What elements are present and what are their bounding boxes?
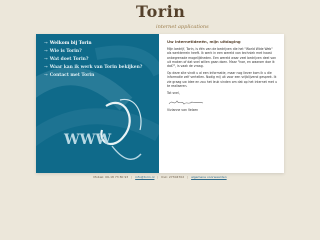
nav-item-label: Wat doet Torin?	[49, 57, 89, 62]
brand-name: Torin	[136, 2, 186, 21]
separator: |	[157, 175, 159, 179]
nav-item-werk[interactable]: → Waar kan ik werk van Torin bekijken?	[44, 64, 142, 72]
nav-panel: WWW → Welkom bij Torin → Wie is Torin? → Wa…	[36, 34, 159, 173]
arrow-right-icon: →	[44, 57, 48, 62]
content-heading: Uw internetideeën, mijn uitdaging	[167, 39, 241, 44]
nav-item-welkom[interactable]: → Welkom bij Torin	[44, 40, 142, 48]
footer-email-link[interactable]: info@torin.nl	[135, 175, 154, 179]
nav-item-label: Wie is Torin?	[49, 49, 82, 54]
separator: |	[187, 175, 189, 179]
nav-item-label: Waar kan ik werk van Torin bekijken?	[49, 65, 143, 70]
www-decor-text: WWW	[63, 132, 111, 148]
footer-kvk: Kvk: 27304702	[161, 175, 185, 179]
content-paragraph: Mijn bedrijf, Torin, is één van de bedri…	[167, 47, 277, 69]
arrow-right-icon: →	[44, 41, 48, 46]
handwritten-signature	[168, 100, 204, 105]
nav-item-label: Welkom bij Torin	[49, 41, 92, 46]
separator: |	[131, 175, 133, 179]
signature-name: Vivianne van Velzen	[167, 108, 199, 113]
arrow-right-icon: →	[44, 65, 48, 70]
nav-item-wat[interactable]: → Wat doet Torin?	[44, 56, 142, 64]
content-paragraph: Tot snel,	[167, 91, 180, 96]
nav-item-label: Contact met Torin	[49, 73, 95, 78]
footer: Mobiel: 06-18 73 80 93 | info@torin.nl |…	[0, 175, 320, 179]
brand-tagline: internet applications	[156, 24, 209, 30]
footer-mobile: Mobiel: 06-18 73 80 93	[93, 175, 129, 179]
nav-item-contact[interactable]: → Contact met Torin	[44, 72, 142, 80]
arrow-right-icon: →	[44, 73, 48, 78]
content-paragraph: Op deze site vindt u al een informatie, …	[167, 71, 277, 88]
content-panel: Uw internetideeën, mijn uitdaging Mijn b…	[167, 39, 277, 170]
main-navigation: → Welkom bij Torin → Wie is Torin? → Wat do…	[44, 40, 142, 80]
footer-disclaimer-link[interactable]: algemene voorwaarden	[191, 175, 227, 179]
arrow-right-icon: →	[44, 49, 48, 54]
nav-item-wie[interactable]: → Wie is Torin?	[44, 48, 142, 56]
main-card: WWW → Welkom bij Torin → Wie is Torin? → Wa…	[36, 34, 284, 173]
